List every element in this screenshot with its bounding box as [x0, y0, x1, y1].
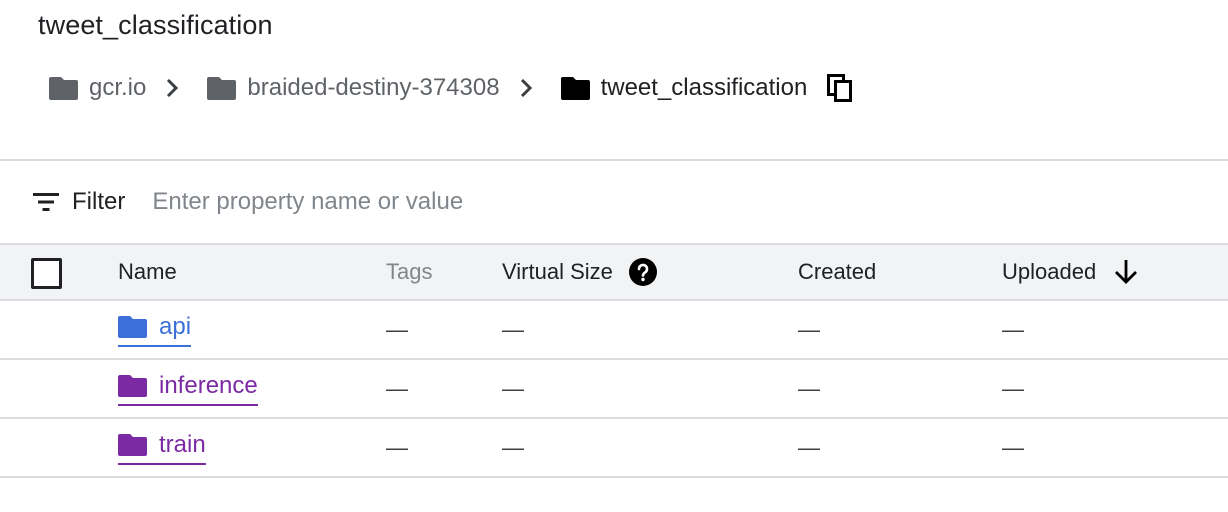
breadcrumb-label: tweet_classification	[600, 74, 808, 101]
image-link-train[interactable]: train	[118, 431, 206, 465]
chevron-right-icon	[520, 79, 532, 97]
column-header-virtual-size[interactable]: Virtual Size	[502, 245, 657, 299]
tags-cell: —	[386, 316, 408, 342]
tags-cell: —	[386, 434, 408, 460]
folder-icon	[118, 433, 147, 456]
breadcrumb-item-gcr-io[interactable]: gcr.io	[49, 74, 146, 102]
table-row: api — — — —	[0, 301, 1228, 360]
help-icon[interactable]	[628, 258, 657, 286]
chevron-right-icon	[167, 79, 179, 97]
filter-input[interactable]	[152, 182, 853, 222]
virtual-size-cell: —	[502, 375, 524, 401]
image-link-api[interactable]: api	[118, 312, 192, 347]
breadcrumb-label: gcr.io	[89, 74, 147, 101]
images-table: Name Tags Virtual Size Created Uploaded …	[0, 243, 1228, 478]
arrow-down-icon[interactable]	[1114, 259, 1138, 285]
breadcrumb-label: braided-destiny-374308	[247, 74, 500, 101]
breadcrumb-item-current: tweet_classification	[560, 74, 808, 102]
page-title: tweet_classification	[38, 10, 273, 40]
uploaded-cell: —	[1002, 375, 1024, 401]
folder-icon	[118, 374, 147, 397]
column-header-uploaded[interactable]: Uploaded	[1002, 245, 1138, 299]
folder-icon	[49, 77, 78, 100]
breadcrumb-item-project[interactable]: braided-destiny-374308	[207, 74, 500, 102]
copy-icon[interactable]	[827, 74, 853, 102]
column-header-tags: Tags	[386, 259, 433, 284]
created-cell: —	[798, 316, 820, 342]
image-link-inference[interactable]: inference	[118, 372, 258, 406]
filter-icon[interactable]	[33, 191, 59, 213]
created-cell: —	[798, 434, 820, 460]
virtual-size-cell: —	[502, 316, 524, 342]
image-name: api	[159, 312, 192, 340]
image-name: train	[159, 430, 206, 458]
select-all-checkbox[interactable]	[31, 258, 62, 289]
virtual-size-cell: —	[502, 434, 524, 460]
image-name: inference	[159, 371, 258, 399]
folder-icon	[207, 77, 237, 100]
column-header-label: Uploaded	[1002, 259, 1097, 284]
filter-bar: Filter	[0, 161, 1228, 243]
folder-icon	[560, 77, 590, 100]
table-header: Name Tags Virtual Size Created Uploaded	[0, 243, 1228, 301]
table-row: inference — — — —	[0, 360, 1228, 419]
column-header-name[interactable]: Name	[118, 245, 177, 299]
column-header-created[interactable]: Created	[798, 245, 876, 299]
breadcrumb: gcr.io braided-destiny-374308 tweet_clas…	[49, 66, 853, 110]
tags-cell: —	[386, 375, 408, 401]
table-row: train — — — —	[0, 419, 1228, 478]
uploaded-cell: —	[1002, 316, 1024, 342]
folder-icon	[118, 315, 147, 338]
uploaded-cell: —	[1002, 434, 1024, 460]
column-header-label: Virtual Size	[502, 259, 613, 284]
filter-label[interactable]: Filter	[72, 188, 125, 216]
created-cell: —	[798, 375, 820, 401]
